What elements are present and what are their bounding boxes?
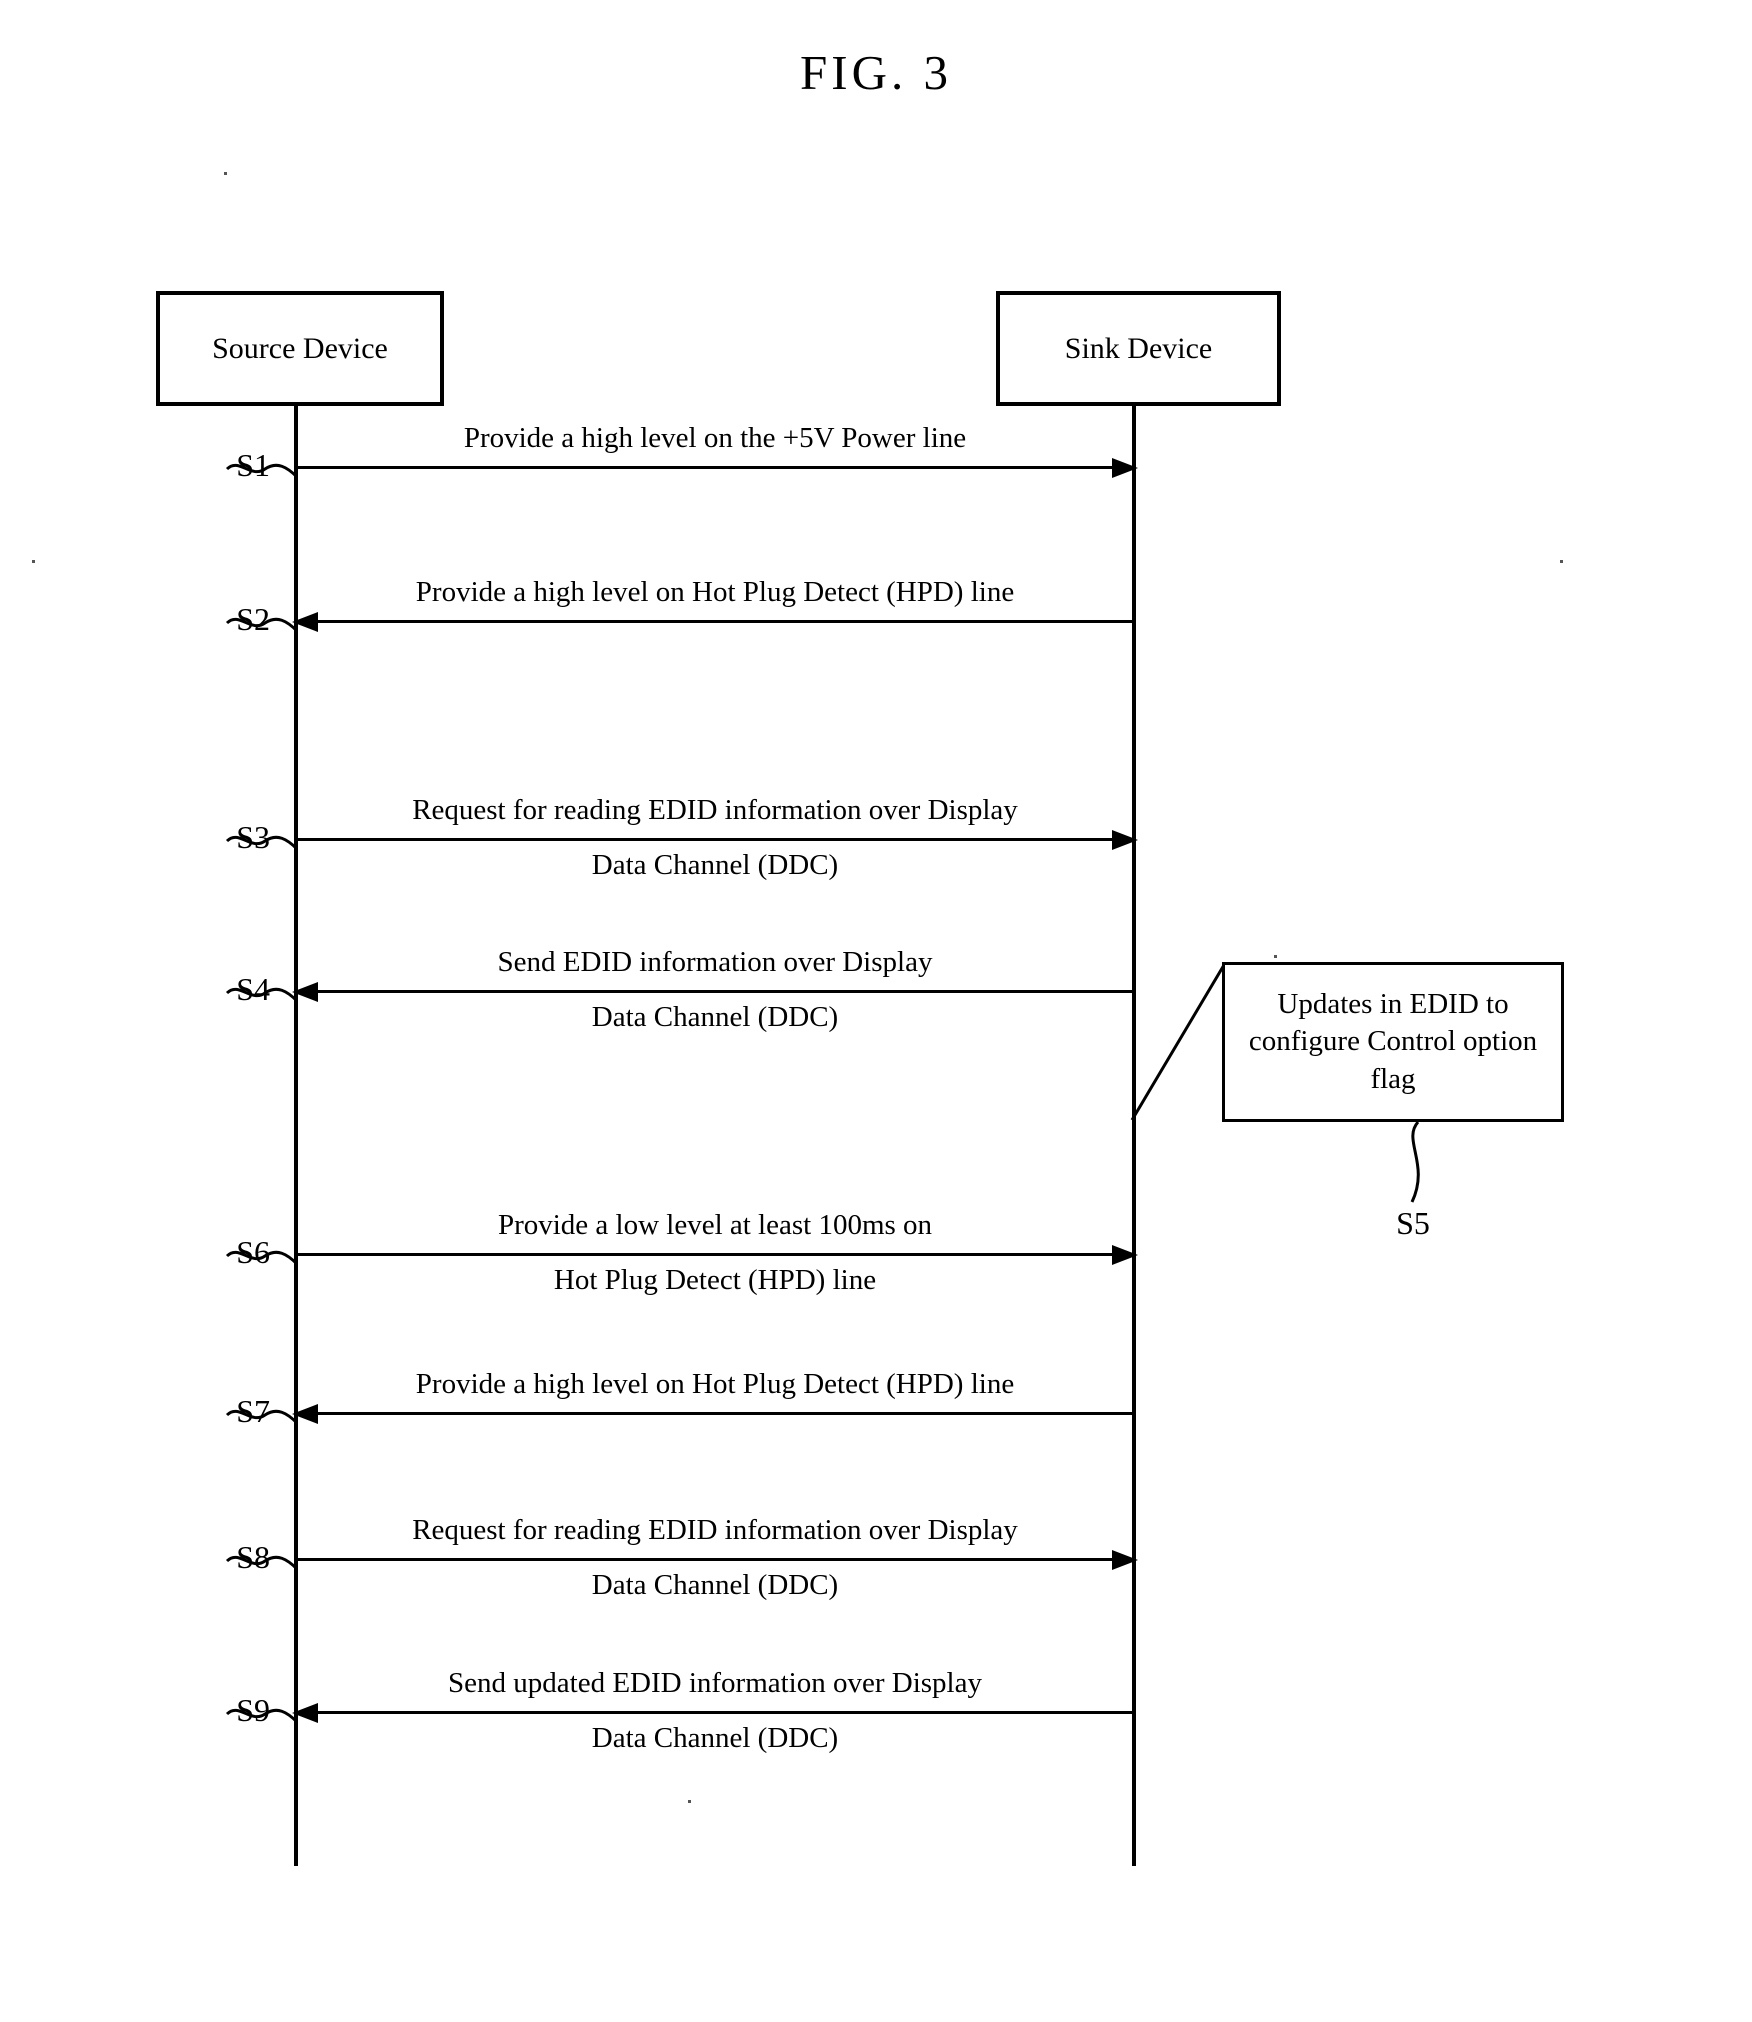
participant-box-sink: Sink Device [996,291,1281,406]
message-text-above-s1: Provide a high level on the +5V Power li… [463,421,967,454]
lifeline-sink [1132,406,1136,1866]
arrowhead-right-icon [1112,830,1138,850]
scan-speck [1274,955,1277,958]
participant-label-source: Source Device [212,331,388,365]
step-leader-s6 [225,1242,299,1270]
scan-speck [688,1800,691,1803]
message-text-below-s3: Data Channel (DDC) [591,849,839,881]
step-label-s5: S5 [1396,1205,1430,1241]
step-leader-s9 [225,1700,299,1728]
message-line-s3 [294,838,1136,841]
step-leader-s1 [225,455,299,483]
scan-speck [32,560,35,563]
message-text-above-s8: Request for reading EDID information ove… [412,1513,1018,1546]
message-line-s1 [294,466,1136,469]
note-line-1: Updates in EDID to [1277,988,1509,1021]
message-line-s6 [294,1253,1136,1256]
step-leader-s2 [225,609,299,637]
message-text-above-s6: Provide a low level at least 100ms on [497,1208,933,1241]
message-text-above-s2: Provide a high level on Hot Plug Detect … [415,575,1015,608]
arrowhead-right-icon [1112,458,1138,478]
arrowhead-right-icon [1112,1245,1138,1265]
step-leader-s4 [225,979,299,1007]
figure-page: FIG. 3 Source Device Sink Device Provide… [0,0,1752,2022]
message-text-above-s7: Provide a high level on Hot Plug Detect … [415,1367,1015,1400]
message-text-below-s8: Data Channel (DDC) [591,1569,839,1601]
message-line-s9 [294,1711,1136,1714]
message-text-above-s9: Send updated EDID information over Displ… [448,1666,982,1699]
scan-speck [1560,560,1563,563]
step-leader-s8 [225,1547,299,1575]
step-leader-s3 [225,827,299,855]
note-line-2: configure Control option flag [1248,1025,1538,1095]
message-line-s8 [294,1558,1136,1561]
message-line-s4 [294,990,1136,993]
participant-box-source: Source Device [156,291,444,406]
message-text-below-s6: Hot Plug Detect (HPD) line [553,1264,877,1296]
figure-title: FIG. 3 [800,45,952,100]
step-leader-s7 [225,1401,299,1429]
participant-label-sink: Sink Device [1064,331,1213,365]
scan-speck [224,172,227,175]
message-line-s7 [294,1412,1136,1415]
note-leader-line [1130,960,1230,1125]
note-box-s5: Updates in EDID to configure Control opt… [1222,962,1564,1122]
message-text-below-s4: Data Channel (DDC) [591,1001,839,1033]
message-text-below-s9: Data Channel (DDC) [591,1722,839,1754]
message-line-s2 [294,620,1136,623]
arrowhead-right-icon [1112,1550,1138,1570]
message-text-above-s3: Request for reading EDID information ove… [412,793,1018,826]
message-text-above-s4: Send EDID information over Display [497,945,933,978]
note-step-leader-line [1390,1120,1450,1203]
